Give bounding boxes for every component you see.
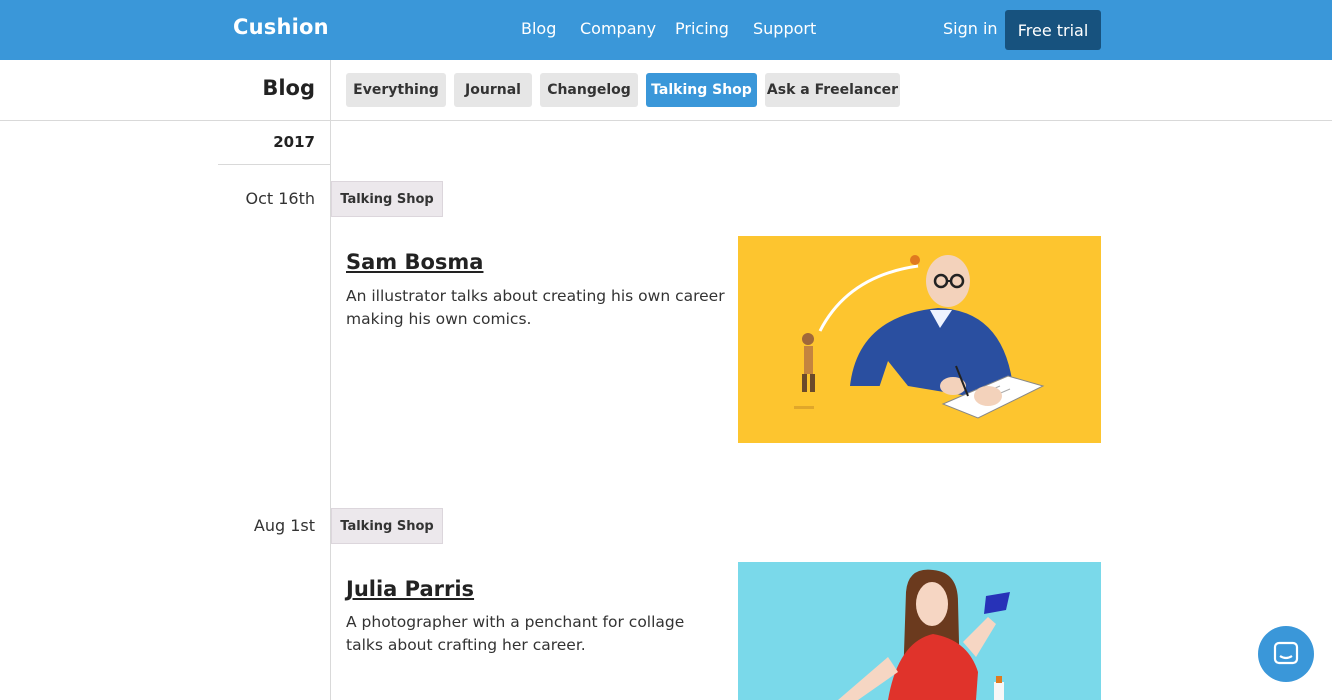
nav-support[interactable]: Support xyxy=(753,19,816,38)
post-tag[interactable]: Talking Shop xyxy=(331,181,443,217)
post-title-link[interactable]: Julia Parris xyxy=(346,577,474,601)
post-description: An illustrator talks about creating his … xyxy=(346,287,725,328)
chat-widget-button[interactable] xyxy=(1258,626,1314,682)
post-title-link[interactable]: Sam Bosma xyxy=(346,250,483,274)
page-title: Blog xyxy=(262,76,315,100)
nav-blog[interactable]: Blog xyxy=(521,19,556,38)
year-divider xyxy=(218,164,330,165)
post-date: Aug 1st xyxy=(253,516,315,535)
post-description: A photographer with a penchant for colla… xyxy=(346,613,685,654)
free-trial-button[interactable]: Free trial xyxy=(1005,10,1101,50)
filter-talking-shop[interactable]: Talking Shop xyxy=(646,73,757,107)
post-tag[interactable]: Talking Shop xyxy=(331,508,443,544)
photographer-illustration xyxy=(838,569,1010,700)
nav-company[interactable]: Company xyxy=(580,19,656,38)
post-date: Oct 16th xyxy=(245,189,315,208)
filter-everything[interactable]: Everything xyxy=(346,73,446,107)
nav-pricing[interactable]: Pricing xyxy=(675,19,729,38)
post-illustration-image[interactable] xyxy=(738,236,1101,443)
filter-changelog[interactable]: Changelog xyxy=(540,73,638,107)
top-navigation-bar: Cushion Blog Company Pricing Support Sig… xyxy=(0,0,1332,60)
logo[interactable]: Cushion xyxy=(233,15,329,39)
timeline-divider xyxy=(330,60,331,700)
filter-bar-divider xyxy=(0,120,1332,121)
post-illustration-image[interactable] xyxy=(738,562,1101,700)
illustrator-drawing-illustration xyxy=(794,255,1045,419)
filter-ask-a-freelancer[interactable]: Ask a Freelancer xyxy=(765,73,900,107)
year-heading: 2017 xyxy=(273,133,315,151)
chat-bubble-icon xyxy=(1273,641,1299,665)
filter-journal[interactable]: Journal xyxy=(454,73,532,107)
sign-in-link[interactable]: Sign in xyxy=(943,19,998,38)
